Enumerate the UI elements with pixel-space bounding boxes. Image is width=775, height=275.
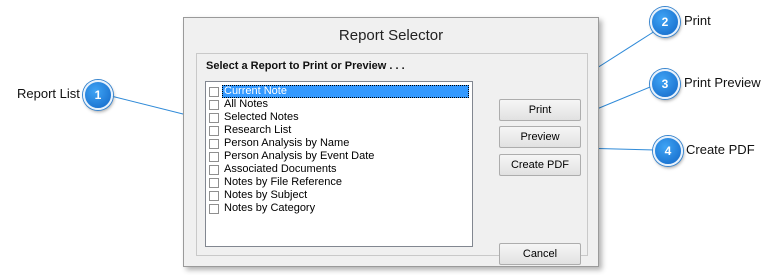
report-item-label: All Notes [224,98,269,110]
report-item-research-list[interactable]: Research List [209,124,469,137]
callout-label-print-preview: Print Preview [684,75,761,90]
report-item-current-note[interactable]: Current Note [209,85,469,98]
report-item-label: Notes by Subject [224,189,308,201]
report-item-label: Person Analysis by Event Date [224,150,375,162]
print-button[interactable]: Print [499,99,581,121]
report-checkbox[interactable] [209,99,219,110]
report-item-label: Notes by File Reference [224,176,342,188]
report-checkbox[interactable] [209,86,219,97]
report-item-selected-notes[interactable]: Selected Notes [209,111,469,124]
report-item-notes-by-category[interactable]: Notes by Category [209,202,469,215]
report-item-person-analysis-name[interactable]: Person Analysis by Name [209,137,469,150]
report-item-label: Notes by Category [224,202,316,214]
report-item-label: Person Analysis by Name [224,137,350,149]
callout-badge-4: 4 [653,136,683,166]
report-checkbox[interactable] [209,112,219,123]
report-item-notes-by-file-reference[interactable]: Notes by File Reference [209,176,469,189]
report-checkbox[interactable] [209,151,219,162]
dialog-title: Report Selector [338,27,444,44]
callout-label-report-list: Report List [17,86,80,101]
create-pdf-button[interactable]: Create PDF [499,154,581,176]
callout-badge-3: 3 [650,69,680,99]
report-item-person-analysis-event-date[interactable]: Person Analysis by Event Date [209,150,469,163]
preview-button[interactable]: Preview [499,126,581,148]
dialog-body: Select a Report to Print or Preview . . … [196,53,588,265]
report-checkbox[interactable] [209,203,219,214]
cancel-button[interactable]: Cancel [499,243,581,265]
report-item-label: Selected Notes [224,111,299,123]
callout-label-create-pdf: Create PDF [686,142,755,157]
report-prompt: Select a Report to Print or Preview . . … [206,60,405,72]
report-checkbox[interactable] [209,190,219,201]
report-item-all-notes[interactable]: All Notes [209,98,469,111]
report-item-label: Associated Documents [224,163,337,175]
report-list[interactable]: Current Note All Notes Selected Notes Re… [205,81,473,247]
report-item-notes-by-subject[interactable]: Notes by Subject [209,189,469,202]
report-checkbox[interactable] [209,164,219,175]
report-checkbox[interactable] [209,138,219,149]
report-item-label: Research List [224,124,292,136]
callout-label-print: Print [684,13,711,28]
report-item-label: Current Note [222,85,469,98]
report-selector-dialog: Report Selector Select a Report to Print… [183,17,599,267]
callout-badge-1: 1 [83,80,113,110]
report-item-associated-documents[interactable]: Associated Documents [209,163,469,176]
callout-badge-2: 2 [650,7,680,37]
report-checkbox[interactable] [209,125,219,136]
report-checkbox[interactable] [209,177,219,188]
